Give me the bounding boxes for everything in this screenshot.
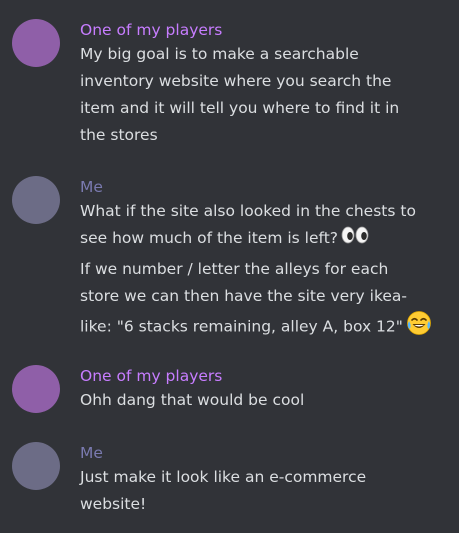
username[interactable]: Me: [80, 176, 453, 198]
username[interactable]: Me: [80, 442, 453, 464]
message-line: inventory website where you search the: [80, 72, 392, 90]
avatar[interactable]: [12, 176, 60, 224]
message-line: If we number / letter the alleys for eac…: [80, 259, 389, 278]
message-line: website!: [80, 495, 147, 513]
message-line: store we can then have the site very ike…: [80, 286, 408, 305]
eyes-emoji: [341, 226, 369, 252]
message-line: What if the site also looked in the ches…: [80, 202, 416, 220]
message-content: One of my players Ohh dang that would be…: [80, 365, 453, 413]
username[interactable]: One of my players: [80, 19, 453, 41]
message-line: My big goal is to make a searchable: [80, 45, 359, 63]
message-line: item and it will tell you where to find …: [80, 99, 400, 117]
message-line: Ohh dang that would be cool: [80, 391, 305, 409]
message-content: Me What if the site also looked in the c…: [80, 176, 453, 344]
message-content: One of my players My big goal is to make…: [80, 19, 453, 148]
chat-log: One of my players My big goal is to make…: [0, 0, 459, 533]
joy-emoji: [406, 310, 432, 344]
username[interactable]: One of my players: [80, 365, 453, 387]
message-text: see how much of the item is left?: [80, 229, 338, 247]
avatar[interactable]: [12, 365, 60, 413]
avatar[interactable]: [12, 19, 60, 67]
message-content: Me Just make it look like an e-commerce …: [80, 442, 453, 517]
message-line: see how much of the item is left?: [80, 225, 453, 252]
message-line: Just make it look like an e-commerce: [80, 468, 367, 486]
avatar[interactable]: [12, 442, 60, 490]
message-text: like: "6 stacks remaining, alley A, box …: [80, 317, 403, 335]
message-line: the stores: [80, 126, 158, 144]
message-line: like: "6 stacks remaining, alley A, box …: [80, 310, 453, 344]
